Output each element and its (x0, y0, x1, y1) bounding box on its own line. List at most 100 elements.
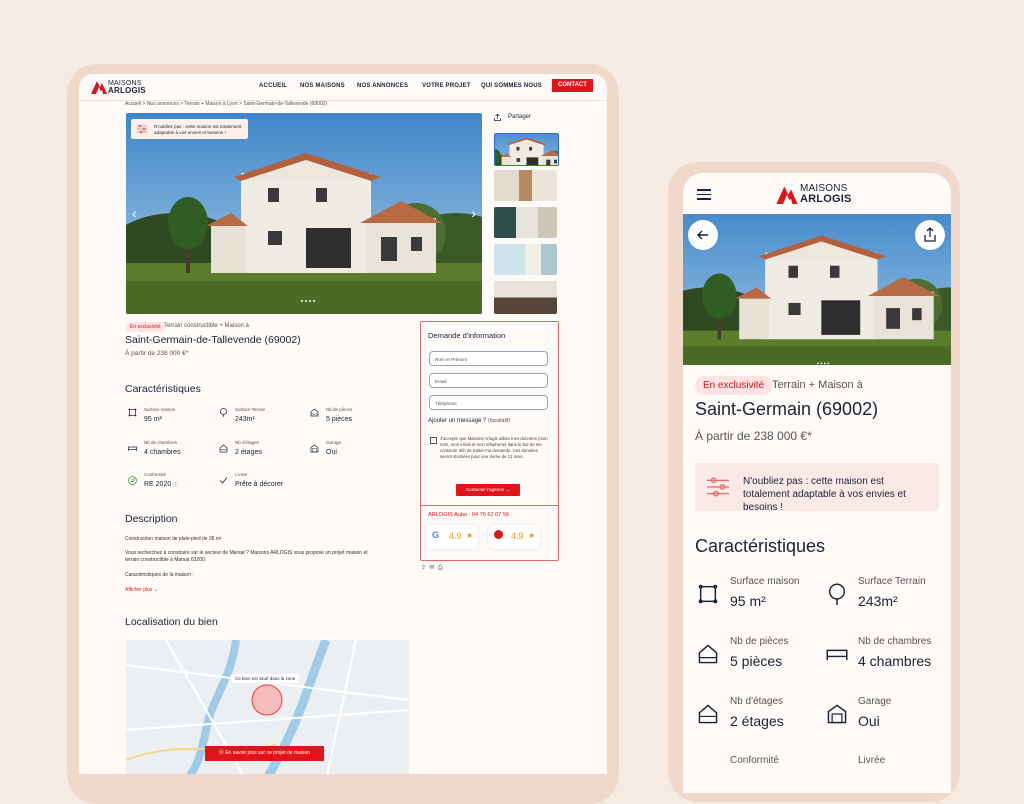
message-toggle[interactable]: Ajouter un message ? (facultatif) (428, 418, 510, 424)
submit-button[interactable]: Contacter l'agence → (456, 484, 520, 496)
feature-label: Livrée (858, 755, 886, 766)
feature-conformite: Conformité (730, 755, 779, 772)
feature-label: Conformité (144, 472, 167, 477)
nav-nos-annonces[interactable]: NOS ANNONCES (357, 83, 408, 89)
feature-value: 243m² (235, 416, 255, 423)
description-line-1: Construction maison de plain-pied de 95 … (125, 536, 222, 542)
feature-surface-maison: Surface maison 95 m² (730, 576, 799, 609)
breadcrumb[interactable]: Accueil > Nos annonces > Terrain + Maiso… (125, 101, 327, 107)
feature-nb-pieces: Nb de pièces 5 pièces (326, 407, 352, 423)
feature-garage: Garage Oui (858, 696, 891, 729)
arrow-left-icon (697, 230, 708, 240)
feature-surface-terrain: Surface Terrain 243m² (235, 407, 265, 423)
desktop-screen: MAISONS ARLOGIS ACCUEIL NOS MAISONS NOS … (79, 74, 607, 774)
show-more-link[interactable]: Afficher plus ⌄ (125, 587, 158, 593)
floors-icon (698, 704, 718, 724)
nav-votre-projet[interactable]: VOTRE PROJET (422, 83, 471, 89)
bed-icon (128, 446, 137, 451)
carousel-next-icon[interactable]: › (471, 205, 476, 221)
name-field[interactable]: Nom et Prénom (429, 351, 548, 366)
feature-label: Nb d'étages (235, 440, 259, 445)
mobile-features-heading: Caractéristiques (695, 536, 826, 556)
garage-icon (827, 704, 847, 724)
listing-title: Saint-Germain (69002) (695, 399, 879, 419)
frame-icon (128, 408, 137, 417)
feature-surface-terrain: Surface Terrain 243m² (858, 576, 926, 609)
description-line-2: Vous recherchez à construire sur le sect… (125, 550, 368, 563)
star-icon: ★ (466, 531, 474, 540)
tree-icon (220, 408, 227, 417)
feature-nb-etages: Nb d'étages 2 étages (730, 696, 784, 729)
location-pin-icon: ⦿ (218, 750, 224, 756)
info-icon[interactable]: ⓘ (173, 482, 178, 488)
logo[interactable]: MAISONS ARLOGIS (91, 79, 161, 95)
description-line-3: Caractéristiques de la maison : (125, 572, 194, 578)
description-heading: Description (125, 513, 178, 525)
feature-value: RE 2020 (144, 481, 172, 488)
hamburger-icon[interactable] (697, 189, 711, 200)
email-field[interactable]: Email (429, 373, 548, 388)
google-score: 4.9 (449, 531, 462, 541)
mobile-hero-image (683, 214, 951, 365)
feature-label: Surface Terrain (858, 576, 926, 587)
share-icon[interactable]: ⇪ (421, 565, 426, 571)
star-icon: ★ (528, 531, 536, 540)
thumbnail-2[interactable] (494, 170, 557, 201)
back-button[interactable] (688, 220, 718, 250)
feature-nb-etages: Nb d'étages 2 étages (235, 440, 262, 456)
contact-button[interactable]: CONTACT (552, 79, 593, 92)
carousel-prev-icon[interactable]: ‹ (132, 205, 137, 221)
mobile-note: N'oubliez pas : cette maison est totalem… (695, 463, 939, 513)
garage-icon (310, 444, 319, 453)
logo-line-2: ARLOGIS (108, 86, 146, 95)
feature-nb-chambres: Nb de chambres 4 chambres (858, 636, 931, 669)
feature-nb-chambres: Nb de chambres 4 chambres (144, 440, 181, 456)
feature-value: 4 chambres (858, 653, 932, 669)
feature-value: 5 pièces (730, 653, 783, 669)
nav-qui-sommes-nous[interactable]: QUI SOMMES NOUS (481, 83, 542, 89)
nav-nos-maisons[interactable]: NOS MAISONS (300, 83, 345, 89)
message-label: Ajouter un message ? (428, 418, 487, 424)
map-button-label: En savoir plus sur ce projet de maison (225, 750, 311, 756)
mobile-logo[interactable]: MAISONS ARLOGIS (776, 183, 866, 205)
thumbnail-4[interactable] (494, 244, 557, 275)
consent-checkbox[interactable] (430, 437, 437, 444)
feature-label: Nb de chambres (144, 440, 178, 445)
sliders-icon (137, 124, 147, 134)
nav-accueil[interactable]: ACCUEIL (259, 83, 287, 89)
form-divider (421, 505, 558, 506)
phone-field[interactable]: Téléphone (429, 395, 548, 410)
frame-icon (698, 584, 718, 604)
thumbnail-1[interactable] (494, 133, 559, 166)
feature-livree: Livrée Prête à décorer (235, 472, 283, 488)
thumbnail-3[interactable] (494, 207, 557, 238)
listing-subtitle: Terrain + Maison à (772, 379, 863, 391)
share-icon (924, 227, 936, 242)
note-text: N'oubliez pas : cette maison est totalem… (743, 476, 906, 513)
mail-icon[interactable]: ✉ (429, 565, 434, 571)
feature-value: 2 étages (235, 449, 262, 456)
show-more-label: Afficher plus (125, 587, 153, 593)
agency-phone[interactable]: ARLOGIS Aube : 04 76 62 07 56 (428, 512, 509, 518)
feature-value: Oui (858, 713, 880, 729)
listing-title: Saint-Germain-de-Tallevende (69002) (125, 334, 301, 346)
print-icon[interactable]: ⎙ (438, 565, 443, 571)
location-map[interactable]: Ce bien est situé dans la zone ⦿ En savo… (126, 640, 409, 774)
share-icon (494, 114, 501, 121)
mobile-screen: MAISONS ARLOGIS En exclusivité Terrain +… (683, 173, 951, 793)
feature-label: Nb d'étages (730, 696, 784, 707)
consent-text: J'accepte que Maisons Arlogis utilise me… (440, 436, 548, 459)
review-rating[interactable]: 4.9 ★ (488, 525, 540, 549)
map-more-info-button[interactable]: ⦿ En savoir plus sur ce projet de maison (205, 746, 324, 761)
submit-label: Contacter l'agence (465, 487, 505, 492)
share-button[interactable] (915, 220, 945, 250)
google-rating[interactable]: G 4.9 ★ (426, 525, 478, 549)
floors-icon (219, 444, 228, 453)
exclusive-badge: En exclusivité (126, 322, 165, 332)
hero-note-text: N'oubliez pas : cette maison est totalem… (154, 124, 242, 135)
logo-line-2: ARLOGIS (800, 193, 852, 205)
review-score: 4.9 (511, 531, 524, 541)
thumbnail-5[interactable] (494, 281, 557, 314)
bed-icon (826, 649, 848, 661)
form-title: Demande d'information (428, 331, 506, 340)
